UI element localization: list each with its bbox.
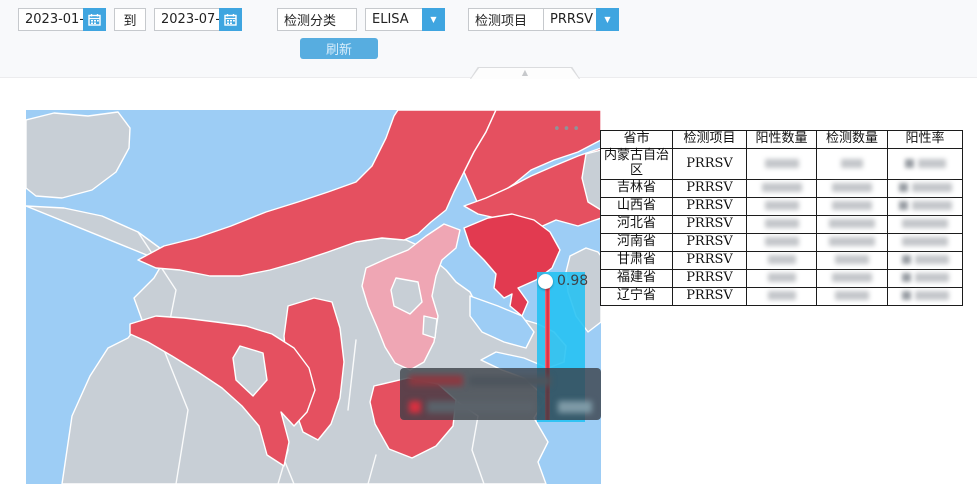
refresh-button[interactable]: 刷新 [300, 38, 378, 59]
cell-positive-rate-redacted [888, 216, 963, 234]
table-row: 河南省 PRRSV [601, 234, 963, 252]
tooltip-line-2 [409, 401, 592, 413]
cell-positive-rate-redacted [888, 252, 963, 270]
table-row: 甘肃省 PRRSV [601, 252, 963, 270]
tooltip-redacted-text [427, 401, 535, 413]
cell-positive-count-redacted [747, 270, 817, 288]
filter-toolbar: 2023-01-01 到 2023-07-31 [0, 0, 977, 78]
tooltip-line-1 [409, 375, 592, 386]
cell-positive-count-redacted [747, 288, 817, 306]
province-tianjin[interactable] [423, 316, 437, 338]
tooltip-redacted-title [409, 375, 463, 386]
cell-positive-rate-redacted [888, 234, 963, 252]
category-dropdown-button[interactable]: ▼ [422, 8, 445, 31]
cell-positive-rate-redacted [888, 180, 963, 198]
cell-test-count-redacted [817, 270, 888, 288]
date-start-input[interactable]: 2023-01-01 [18, 8, 106, 31]
tooltip-redacted-value [558, 401, 592, 413]
cell-positive-rate-redacted [888, 198, 963, 216]
cell-positive-rate-redacted [888, 149, 963, 180]
table-row: 辽宁省 PRRSV [601, 288, 963, 306]
calendar-button[interactable] [83, 8, 106, 31]
project-select[interactable]: PRRSV ▼ [543, 8, 619, 31]
cell-positive-rate-redacted [888, 288, 963, 306]
calendar-button[interactable] [219, 8, 242, 31]
cell-province: 福建省 [601, 270, 673, 288]
category-label-box: 检测分类 [277, 8, 357, 31]
cell-positive-count-redacted [747, 198, 817, 216]
dashboard: 2023-01-01 到 2023-07-31 [0, 0, 977, 484]
cell-project: PRRSV [673, 234, 747, 252]
project-label: 检测项目 [469, 10, 545, 29]
chevron-down-icon: ▼ [430, 15, 436, 24]
col-header-project: 检测项目 [673, 131, 747, 149]
cell-province: 内蒙古自治区 [601, 149, 673, 180]
cell-province: 辽宁省 [601, 288, 673, 306]
project-label-box: 检测项目 [468, 8, 546, 31]
calendar-icon [88, 13, 101, 26]
cell-project: PRRSV [673, 270, 747, 288]
category-label: 检测分类 [278, 10, 356, 29]
calendar-icon [224, 13, 237, 26]
table-row: 山西省 PRRSV [601, 198, 963, 216]
cell-province: 甘肃省 [601, 252, 673, 270]
cell-test-count-redacted [817, 180, 888, 198]
province-data-table: 省市 检测项目 阳性数量 检测数量 阳性率 内蒙古自治区 PRRSV 吉林省 P… [600, 130, 963, 306]
cell-positive-count-redacted [747, 252, 817, 270]
cell-positive-count-redacted [747, 180, 817, 198]
col-header-test-count: 检测数量 [817, 131, 888, 149]
cell-positive-count-redacted [747, 216, 817, 234]
date-end-value[interactable]: 2023-07-31 [155, 12, 219, 27]
cell-project: PRRSV [673, 216, 747, 234]
cell-test-count-redacted [817, 234, 888, 252]
category-value[interactable]: ELISA [366, 12, 422, 27]
cell-province: 山西省 [601, 198, 673, 216]
project-dropdown-button[interactable]: ▼ [596, 8, 619, 31]
filter-collapse-handle[interactable]: ▲ [470, 67, 580, 79]
chevron-down-icon: ▼ [604, 15, 610, 24]
map-tooltip [400, 368, 601, 420]
cell-test-count-redacted [817, 216, 888, 234]
table-header-row: 省市 检测项目 阳性数量 检测数量 阳性率 [601, 131, 963, 149]
cell-positive-count-redacted [747, 234, 817, 252]
cell-positive-rate-redacted [888, 270, 963, 288]
cell-test-count-redacted [817, 288, 888, 306]
cell-project: PRRSV [673, 180, 747, 198]
map-menu-ellipsis-icon[interactable]: ••• [553, 123, 582, 136]
tooltip-series-marker [409, 401, 421, 413]
table-row: 河北省 PRRSV [601, 216, 963, 234]
date-range-separator: 到 [114, 8, 146, 31]
cell-positive-count-redacted [747, 149, 817, 180]
cell-project: PRRSV [673, 149, 747, 180]
cell-province: 河北省 [601, 216, 673, 234]
visualmap-handle[interactable] [538, 274, 553, 289]
table-row: 福建省 PRRSV [601, 270, 963, 288]
china-map-chart[interactable]: ••• 0.98 [26, 110, 601, 484]
table-row: 内蒙古自治区 PRRSV [601, 149, 963, 180]
col-header-positive-count: 阳性数量 [747, 131, 817, 149]
table-row: 吉林省 PRRSV [601, 180, 963, 198]
cell-province: 河南省 [601, 234, 673, 252]
cell-test-count-redacted [817, 252, 888, 270]
cell-project: PRRSV [673, 288, 747, 306]
tooltip-redacted-text [469, 376, 551, 386]
cell-project: PRRSV [673, 252, 747, 270]
collapse-arrow-icon: ▲ [470, 67, 580, 79]
project-value[interactable]: PRRSV [544, 12, 596, 27]
cell-test-count-redacted [817, 149, 888, 180]
cell-test-count-redacted [817, 198, 888, 216]
cell-province: 吉林省 [601, 180, 673, 198]
map-canvas[interactable] [26, 110, 601, 484]
category-select[interactable]: ELISA ▼ [365, 8, 445, 31]
to-label: 到 [123, 10, 136, 29]
col-header-positive-rate: 阳性率 [888, 131, 963, 149]
cell-project: PRRSV [673, 198, 747, 216]
visualmap-value-label: 0.98 [557, 273, 588, 289]
col-header-province: 省市 [601, 131, 673, 149]
date-end-input[interactable]: 2023-07-31 [154, 8, 242, 31]
date-start-value[interactable]: 2023-01-01 [19, 12, 83, 27]
